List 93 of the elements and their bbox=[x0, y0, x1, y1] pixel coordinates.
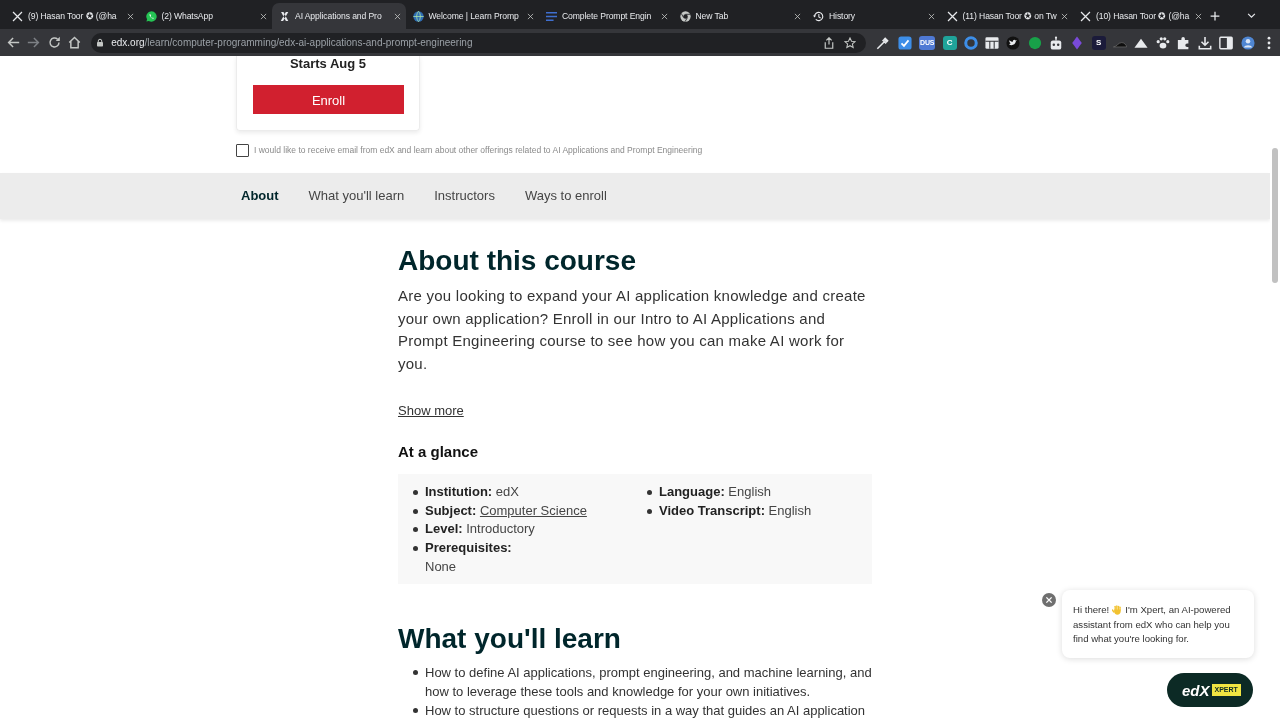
section-tab[interactable]: Ways to enroll bbox=[524, 186, 607, 206]
opt-in-label: I would like to receive email from edX and learn about other offerings related to AI Applications and Prompt Engineering bbox=[254, 144, 703, 157]
extension-logo[interactable]: S bbox=[1091, 35, 1106, 50]
dot-icon[interactable] bbox=[1027, 35, 1042, 50]
avatar-icon[interactable] bbox=[1240, 35, 1255, 50]
glance-label: Prerequisites: bbox=[425, 540, 512, 556]
browser-tab[interactable]: New Tab bbox=[672, 3, 806, 29]
grid-icon[interactable] bbox=[985, 35, 1000, 50]
close-icon[interactable] bbox=[660, 12, 668, 20]
forward-icon[interactable] bbox=[27, 36, 41, 49]
url-path-text: /learn/computer-programming/edx-ai-applications-and-prompt-engineering bbox=[144, 36, 473, 50]
chat-bubble-icon bbox=[145, 10, 157, 22]
back-icon[interactable] bbox=[7, 36, 20, 49]
address-bar[interactable]: edx.org/learn/computer-programming/edx-ai-applications-and-prompt-engineering bbox=[91, 32, 867, 53]
glance-label: Subject: bbox=[425, 502, 477, 518]
browser-tab[interactable]: Complete Prompt Engin bbox=[539, 3, 673, 29]
close-icon[interactable] bbox=[393, 12, 401, 20]
bird-icon[interactable] bbox=[1006, 35, 1021, 50]
close-icon[interactable] bbox=[794, 12, 801, 20]
section-tab[interactable]: What you'll learn bbox=[308, 186, 405, 206]
enroll-button[interactable]: Enroll bbox=[253, 85, 404, 114]
close-icon[interactable] bbox=[126, 12, 134, 20]
cross-logo-icon bbox=[12, 10, 23, 22]
show-more-link[interactable]: Show more bbox=[398, 401, 464, 420]
browser-tab[interactable]: (9) Hasan Toor ✪ (@ha bbox=[5, 3, 139, 29]
glance-value: None bbox=[425, 557, 458, 576]
close-icon[interactable] bbox=[927, 12, 935, 20]
close-icon[interactable] bbox=[260, 12, 267, 20]
lines-icon bbox=[546, 10, 557, 22]
download-icon[interactable] bbox=[1198, 35, 1213, 50]
ring-icon[interactable] bbox=[963, 35, 978, 50]
section-heading: About this course bbox=[398, 244, 637, 278]
browser-tab[interactable]: History bbox=[806, 3, 940, 29]
cross-logo-icon bbox=[279, 10, 290, 22]
reload-icon[interactable] bbox=[47, 36, 61, 49]
section-heading: What you'll learn bbox=[398, 621, 622, 656]
bullet-icon bbox=[413, 508, 418, 514]
browser-tab[interactable]: (11) Hasan Toor ✪ on Tw bbox=[939, 3, 1073, 29]
bullet-icon bbox=[413, 707, 418, 713]
bullet-icon bbox=[413, 489, 418, 495]
sidebar-icon[interactable] bbox=[1219, 35, 1234, 50]
history-icon bbox=[813, 10, 824, 22]
browser-tab[interactable]: AI Applications and Pro bbox=[272, 3, 406, 29]
bullet-icon bbox=[413, 546, 418, 552]
scrollbar-thumb[interactable] bbox=[1272, 148, 1278, 283]
glance-value: English bbox=[728, 483, 771, 499]
course-description: Are you looking to expand your AI application knowledge and create your own application? Enroll in our Intro to AI Applications and Prompt Engineering course to see how you can make AI work for you. bbox=[398, 286, 867, 375]
cross-logo-icon bbox=[946, 10, 958, 22]
chevron-down-icon[interactable] bbox=[1247, 11, 1256, 20]
tile-icon[interactable] bbox=[897, 35, 912, 50]
new-tab-icon[interactable] bbox=[1209, 11, 1220, 21]
aperture-icon bbox=[679, 10, 691, 22]
greeting-text: Hi there! bbox=[1073, 603, 1110, 617]
glance-label: Institution: bbox=[425, 483, 493, 499]
waving-hand-icon bbox=[1112, 605, 1123, 616]
checkbox[interactable] bbox=[236, 144, 249, 157]
browser-tab[interactable]: (10) Hasan Toor ✪ (@ha bbox=[1073, 3, 1207, 29]
close-icon[interactable] bbox=[1042, 593, 1056, 607]
learn-item-text: How to define AI applications, prompt engineering, and machine learning, and how to leverage these tools and knowledge for your own initiatives. bbox=[425, 663, 872, 701]
section-tab[interactable]: Instructors bbox=[434, 186, 495, 206]
message-text: assistant from edX who can help you find what you're looking for. bbox=[1073, 617, 1231, 646]
bullet-icon bbox=[647, 489, 652, 495]
close-icon[interactable] bbox=[1194, 12, 1202, 20]
message-text: I'm Xpert, an AI-powered bbox=[1125, 603, 1231, 617]
close-icon[interactable] bbox=[527, 12, 534, 20]
browser-tab[interactable]: (2) WhatsApp bbox=[138, 3, 272, 29]
glance-value: edX bbox=[495, 483, 519, 499]
glance-label: Level: bbox=[425, 521, 463, 537]
cross-logo-icon bbox=[1080, 10, 1091, 22]
section-tab[interactable]: About bbox=[241, 186, 279, 206]
eyedropper-icon[interactable] bbox=[876, 35, 891, 50]
subheading: At a glance bbox=[398, 441, 480, 462]
bullet-icon bbox=[647, 508, 652, 514]
subject-link[interactable]: Computer Science bbox=[479, 502, 587, 518]
star-icon[interactable] bbox=[844, 36, 857, 49]
start-date-text: Starts Aug 5 bbox=[288, 56, 368, 71]
url-host-text: edx.org bbox=[111, 36, 145, 50]
robot-icon[interactable] bbox=[1049, 35, 1064, 50]
share-icon[interactable] bbox=[823, 36, 836, 49]
glance-label: Language: bbox=[659, 483, 725, 499]
learn-item-text: How to structure questions or requests in a way that guides an AI application bbox=[425, 701, 866, 720]
puzzle-icon[interactable] bbox=[1176, 35, 1191, 50]
glance-value: Introductory bbox=[466, 521, 535, 537]
glance-value: English bbox=[768, 502, 812, 518]
paw-icon[interactable] bbox=[1155, 35, 1170, 50]
globe-icon bbox=[412, 10, 424, 22]
glance-label: Video Transcript: bbox=[659, 502, 765, 518]
close-icon[interactable] bbox=[1061, 12, 1068, 20]
home-icon[interactable] bbox=[67, 36, 81, 49]
browser-tab[interactable]: Welcome | Learn Promp bbox=[405, 3, 539, 29]
bullet-icon bbox=[413, 527, 418, 533]
bullet-icon bbox=[413, 669, 418, 675]
lock-icon[interactable] bbox=[96, 38, 105, 47]
